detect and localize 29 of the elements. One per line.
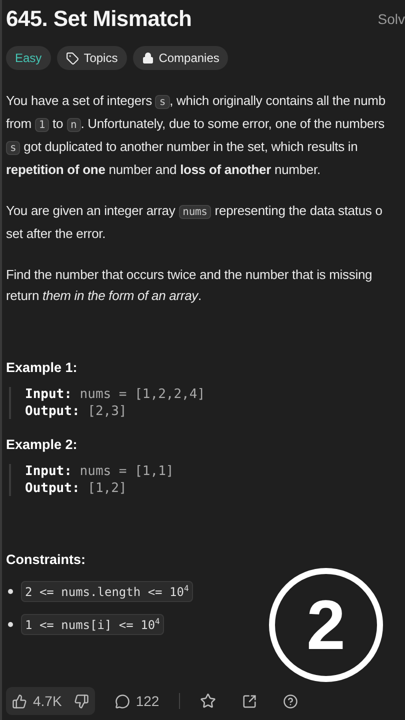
example-heading: Example 1: xyxy=(6,360,78,375)
external-link-icon xyxy=(242,694,258,708)
example-line: Input: nums = [1,2,2,4] xyxy=(25,387,206,402)
example-heading: Example 2: xyxy=(6,437,78,452)
thumbs-up-icon xyxy=(12,694,27,708)
thumbs-down-icon xyxy=(74,694,89,708)
example-line: Input: nums = [1,1] xyxy=(25,464,175,479)
constraint-code: 1 <= nums[i] <= 10$^{4}$ xyxy=(21,614,164,635)
bullet-icon xyxy=(8,622,13,627)
topics-button[interactable]: Topics xyxy=(56,46,127,70)
constraint-code: 2 <= nums.length <= 10$^{4}$ xyxy=(21,581,193,602)
description-paragraph: You have a set of integers s , which originally contains all the numb from 1 to n . Unfortunately, due to some error, one of the numbers s got duplicated to another number in the set, which results in repetition of one number and loss of another number. xyxy=(6,92,386,179)
help-icon xyxy=(283,694,298,708)
comments-button[interactable]: 122 xyxy=(108,687,166,715)
problem-title: 645. Set Mismatch xyxy=(6,6,192,32)
description-paragraph: Find the number that occurs twice and the number that is missing return them in the form of an array. xyxy=(6,266,374,305)
companies-button[interactable]: Companies xyxy=(132,46,228,70)
example-line: Output: [1,2] xyxy=(25,481,128,496)
description-paragraph: You are given an integer array nums representing the data status o set after the error. xyxy=(6,202,384,243)
bullet-icon xyxy=(8,589,13,594)
step-number-badge: 2 xyxy=(269,568,383,682)
tag-icon xyxy=(66,52,79,64)
solved-label: Solv xyxy=(378,11,405,27)
speech-bubble-icon xyxy=(114,694,130,708)
example-line: Output: [2,3] xyxy=(25,404,128,419)
star-icon xyxy=(200,693,216,709)
lock-icon xyxy=(142,52,154,64)
difficulty-tag: Easy xyxy=(6,46,51,70)
constraints-heading: Constraints: xyxy=(6,552,87,567)
